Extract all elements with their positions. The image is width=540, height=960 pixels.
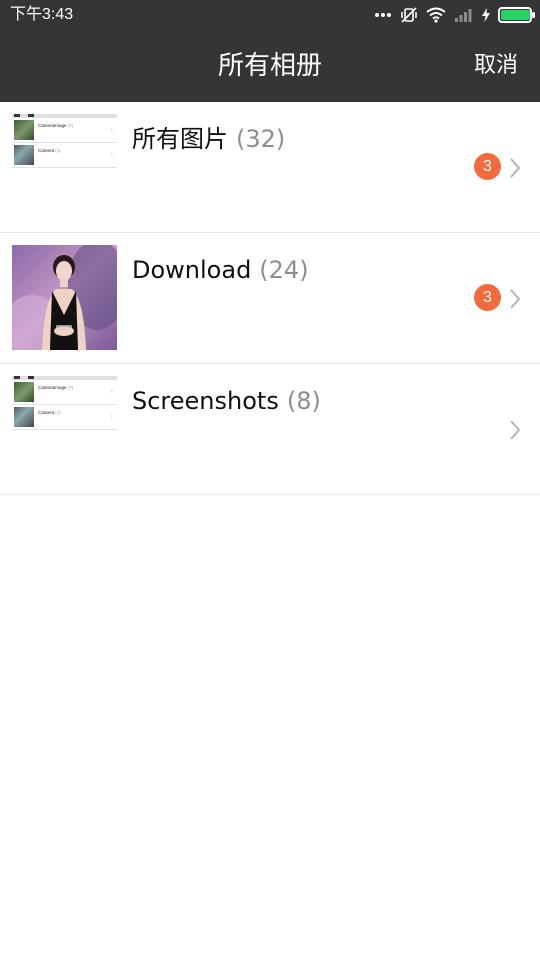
preview-album-name: CameraImage (7) xyxy=(38,123,74,128)
signal-icon xyxy=(455,9,472,22)
album-name: Download xyxy=(132,256,252,284)
preview-album-name: Camera (1) xyxy=(38,410,61,415)
page-title: 所有相册 xyxy=(217,51,322,81)
photo-thumbnail xyxy=(12,245,117,350)
album-thumbnail: CameraImage (7) › Camera (1) › xyxy=(12,376,117,481)
more-dots-icon xyxy=(375,13,391,17)
screenshot-thumbnail: CameraImage (7) › Camera (1) › xyxy=(12,114,117,219)
album-label: 所有图片 (32) xyxy=(132,122,285,156)
new-items-badge: 3 xyxy=(474,284,501,311)
album-count: (8) xyxy=(286,387,321,415)
vibrate-off-icon xyxy=(401,7,417,23)
album-row-all-photos[interactable]: CameraImage (7) › Camera (1) › 所有图片 (32) … xyxy=(0,102,540,233)
album-count: (24) xyxy=(259,256,309,284)
charging-bolt-icon xyxy=(482,8,490,22)
wifi-icon xyxy=(426,7,446,23)
chevron-right-icon xyxy=(510,420,521,440)
status-time: 下午3:43 xyxy=(10,6,74,23)
album-thumbnail: CameraImage (7) › Camera (1) › xyxy=(12,114,117,219)
screenshot-thumbnail: CameraImage (7) › Camera (1) › xyxy=(12,376,117,481)
album-thumbnail xyxy=(12,245,117,350)
status-bar: 下午3:43 xyxy=(0,0,540,30)
album-name: Screenshots xyxy=(132,387,279,415)
cancel-button[interactable]: 取消 xyxy=(474,30,518,102)
album-label: Download (24) xyxy=(132,253,309,287)
status-icons xyxy=(374,4,535,26)
album-list: CameraImage (7) › Camera (1) › 所有图片 (32) … xyxy=(0,102,540,495)
new-items-badge: 3 xyxy=(474,153,501,180)
chevron-right-icon xyxy=(510,289,521,309)
album-row-download[interactable]: Download (24) 3 xyxy=(0,233,540,364)
chevron-right-icon xyxy=(510,158,521,178)
battery-icon xyxy=(498,7,535,23)
album-name: 所有图片 xyxy=(132,125,228,153)
album-row-screenshots[interactable]: CameraImage (7) › Camera (1) › Screensho… xyxy=(0,364,540,495)
album-count: (32) xyxy=(236,125,286,153)
album-label: Screenshots (8) xyxy=(132,384,321,418)
preview-album-name: CameraImage (7) xyxy=(38,385,74,390)
title-bar: 所有相册 取消 xyxy=(0,30,540,102)
preview-album-name: Camera (1) xyxy=(38,148,61,153)
